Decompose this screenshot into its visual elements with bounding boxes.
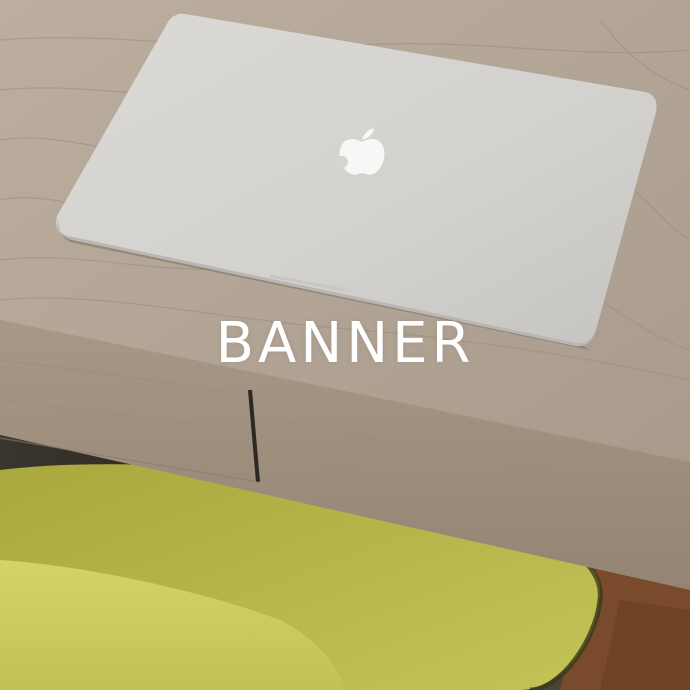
- banner-title: BANNER: [215, 311, 475, 376]
- banner[interactable]: BANNER: [0, 0, 690, 690]
